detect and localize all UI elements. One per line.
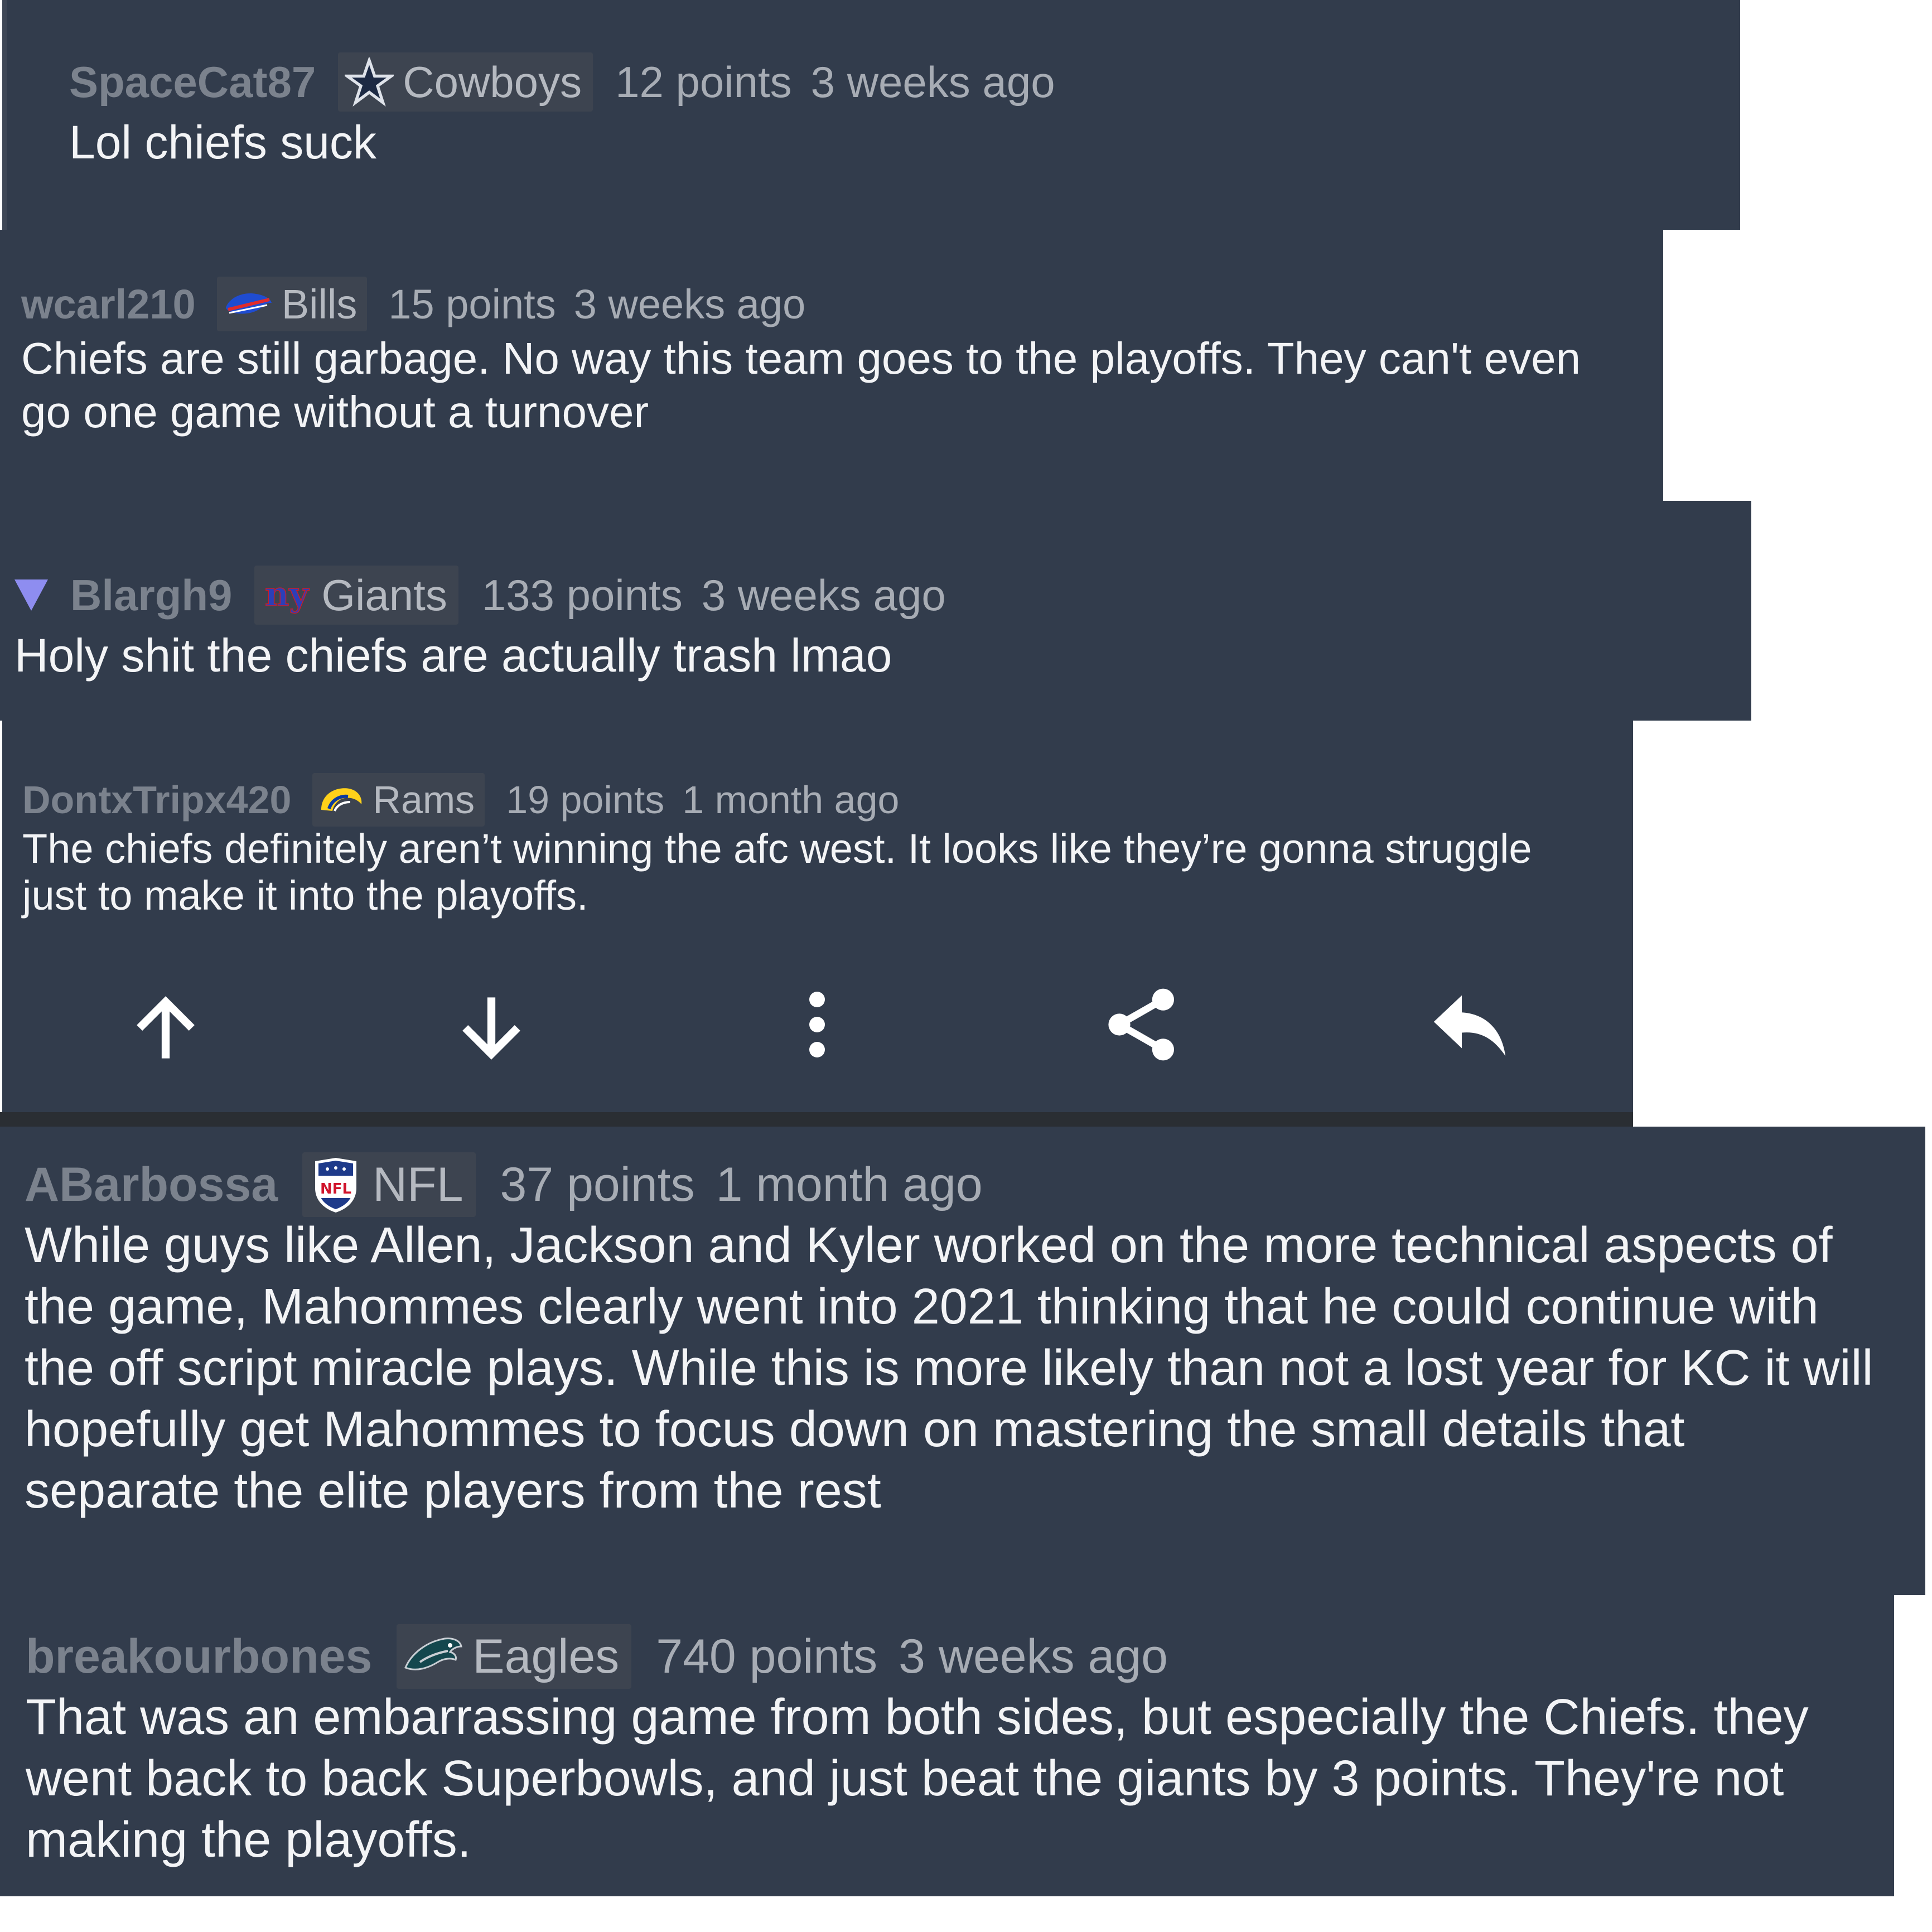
cowboys-star-icon (344, 57, 395, 107)
flair-label: Giants (321, 570, 447, 620)
reply-icon (1431, 992, 1509, 1062)
giants-ny-icon: ny (259, 576, 315, 615)
user-flair: Rams (312, 773, 485, 827)
comment-body: Lol chiefs suck (69, 116, 376, 168)
upvote-button[interactable] (124, 987, 207, 1071)
downvote-button[interactable] (450, 987, 533, 1071)
comment-card[interactable]: breakourbones Eagles 740 points 3 weeks … (0, 1595, 1894, 1896)
comment-body: Holy shit the chiefs are actually trash … (15, 629, 892, 682)
comment-body: Chiefs are still garbage. No way this te… (21, 334, 1581, 437)
comment-body: That was an embarrassing game from both … (26, 1689, 1809, 1868)
comment-meta: wcarl210 Bills 15 points 3 weeks ago (21, 276, 805, 332)
divider (0, 1112, 1633, 1127)
comment-points: 37 points (500, 1157, 695, 1211)
comment-age: 3 weeks ago (573, 281, 806, 327)
comment-body: While guys like Allen, Jackson and Kyler… (25, 1218, 1873, 1519)
flair-label: Bills (281, 281, 358, 327)
comment-meta: breakourbones Eagles 740 points 3 weeks … (26, 1623, 1168, 1690)
comment-points: 19 points (506, 778, 665, 822)
more-options-icon (800, 988, 834, 1064)
comment-meta: Blargh9 ny Giants 133 points 3 weeks ago (15, 564, 946, 626)
comment-points: 133 points (481, 570, 683, 620)
comment-age: 3 weeks ago (701, 570, 946, 620)
comment-author[interactable]: Blargh9 (70, 570, 232, 621)
comment-card[interactable]: wcarl210 Bills 15 points 3 weeks ago Chi… (0, 230, 1663, 501)
comment-body: The chiefs definitely aren’t winning the… (22, 825, 1532, 919)
comment-points: 740 points (656, 1629, 878, 1683)
comment-author[interactable]: ABarbossa (25, 1157, 278, 1213)
share-button[interactable] (1101, 984, 1185, 1068)
user-flair: ny Giants (254, 566, 458, 625)
comment-age: 3 weeks ago (810, 57, 1055, 107)
flair-label: Rams (373, 778, 475, 822)
comment-meta: SpaceCat87 Cowboys 12 points 3 weeks ago (69, 51, 1055, 113)
share-icon (1104, 986, 1182, 1066)
comment-author[interactable]: breakourbones (26, 1629, 372, 1684)
downvote-arrow-icon (455, 992, 528, 1067)
comment-author[interactable]: SpaceCat87 (69, 57, 316, 108)
more-options-button[interactable] (775, 984, 859, 1068)
comment-card[interactable]: SpaceCat87 Cowboys 12 points 3 weeks ago… (2, 0, 1740, 230)
nfl-shield-icon: NFL (308, 1156, 364, 1214)
flair-label: Eagles (472, 1629, 620, 1683)
comment-age: 3 weeks ago (899, 1629, 1168, 1683)
comment-meta: ABarbossa NFL NFL 37 points 1 month ago (25, 1151, 983, 1218)
flair-label: NFL (373, 1157, 463, 1211)
user-flair: Bills (216, 277, 368, 331)
comment-points: 15 points (388, 281, 556, 327)
bills-buffalo-icon (221, 287, 275, 321)
svg-text:ny: ny (265, 576, 310, 614)
upvote-arrow-icon (129, 992, 202, 1067)
user-flair: Cowboys (338, 52, 593, 112)
svg-text:NFL: NFL (320, 1181, 351, 1197)
user-flair: Eagles (397, 1624, 632, 1689)
comment-card[interactable]: ABarbossa NFL NFL 37 points 1 month ago … (0, 1127, 1925, 1595)
reply-button[interactable] (1428, 985, 1511, 1069)
flair-label: Cowboys (403, 57, 582, 107)
comment-card[interactable]: Blargh9 ny Giants 133 points 3 weeks ago… (0, 501, 1751, 721)
comment-meta: DontxTripx420 Rams 19 points 1 month ago (22, 772, 899, 828)
rams-horn-icon (317, 782, 366, 818)
eagles-head-icon (402, 1634, 465, 1679)
comment-age: 1 month ago (716, 1157, 983, 1211)
user-flair: NFL NFL (302, 1152, 476, 1217)
comment-author[interactable]: wcarl210 (21, 281, 196, 328)
comment-age: 1 month ago (682, 778, 900, 822)
comment-author[interactable]: DontxTripx420 (22, 777, 291, 822)
collapse-triangle-icon[interactable] (15, 579, 48, 611)
comment-points: 12 points (615, 57, 792, 107)
